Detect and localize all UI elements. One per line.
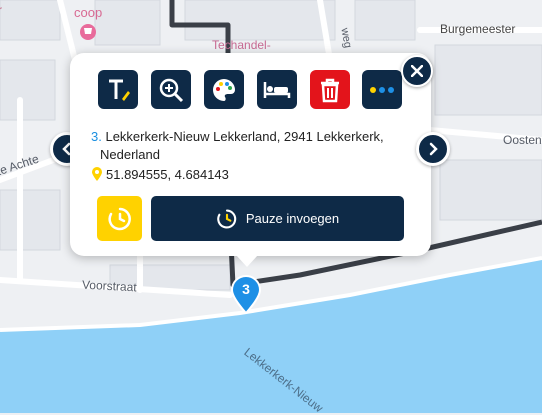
time-button[interactable] xyxy=(97,196,142,241)
insert-pause-label: Pauze invoegen xyxy=(245,211,340,226)
palette-icon xyxy=(213,78,235,101)
more-button[interactable] xyxy=(362,70,402,109)
route-stop-marker[interactable]: 3 xyxy=(230,274,262,315)
stop-coordinates: 51.894555, 4.684143 xyxy=(91,166,229,182)
palette-button[interactable] xyxy=(204,70,244,109)
overnight-stay-button[interactable] xyxy=(257,70,297,109)
stop-address: 3. Lekkerkerk-Nieuw Lekkerland, 2941 Lek… xyxy=(91,128,391,164)
address-line-2: Nederland xyxy=(100,147,160,162)
text-tool-button[interactable] xyxy=(98,70,138,109)
marker-number: 3 xyxy=(242,281,250,297)
map-label-coop: coop xyxy=(74,5,103,20)
address-line-1: Lekkerkerk-Nieuw Lekkerland, 2941 Lekker… xyxy=(105,129,384,144)
clock-icon xyxy=(107,207,131,230)
location-pin-icon xyxy=(92,167,102,181)
zoom-in-icon xyxy=(159,78,184,102)
close-button[interactable] xyxy=(401,55,433,87)
zoom-button[interactable] xyxy=(151,70,191,109)
text-edit-icon xyxy=(109,79,130,101)
map-label-techhandel: Techandel- xyxy=(212,38,271,52)
bed-icon xyxy=(263,81,291,98)
map-label-burgemeester: Burgemeester xyxy=(440,22,516,36)
map-label-edge: r xyxy=(0,3,2,17)
chevron-right-icon xyxy=(429,142,438,156)
more-dots-icon xyxy=(370,86,394,93)
insert-pause-button[interactable]: Pauze invoegen xyxy=(151,196,404,241)
delete-button[interactable] xyxy=(310,70,350,109)
trash-icon xyxy=(321,78,339,102)
close-icon xyxy=(411,65,423,77)
map-label-voorstraat: Voorstraat xyxy=(81,277,138,295)
stop-details-popup: 3. Lekkerkerk-Nieuw Lekkerland, 2941 Lek… xyxy=(70,53,433,267)
next-stop-button[interactable] xyxy=(416,132,450,166)
stop-index: 3. xyxy=(91,129,102,144)
map-label-oosten: Oosten xyxy=(503,133,542,147)
coordinates-text: 51.894555, 4.684143 xyxy=(106,166,229,182)
pause-clock-icon xyxy=(217,208,237,228)
